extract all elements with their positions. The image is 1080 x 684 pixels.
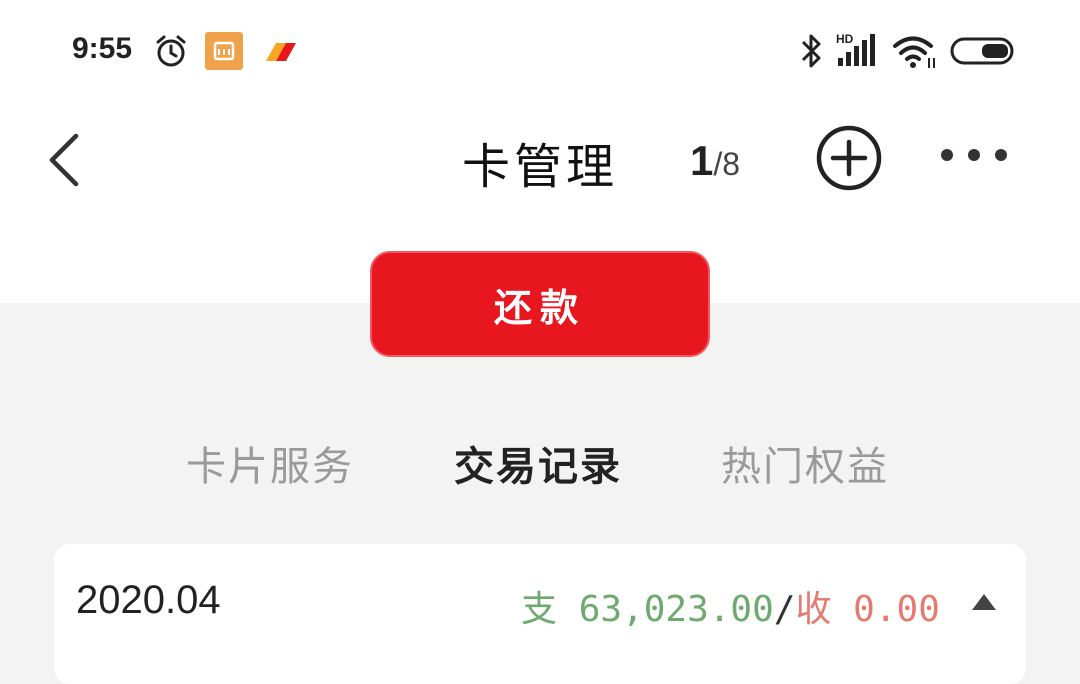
tab-card-services[interactable]: 卡片服务 [186, 434, 354, 492]
tab-popular-benefits[interactable]: 热门权益 [721, 434, 889, 492]
status-bar: 9:55 HD [0, 0, 1080, 100]
status-time: 9:55 [72, 32, 133, 65]
month-label: 2020.04 [76, 578, 221, 622]
alarm-icon [156, 35, 186, 67]
triangle-up-icon [972, 594, 996, 610]
page-title: 卡管理 [462, 139, 619, 195]
month-summary: 支 63,023.00/收 0.00 [521, 580, 940, 632]
pager-total: 8 [722, 146, 741, 182]
back-button[interactable] [40, 130, 90, 190]
expense-amount: 63,023.00 [578, 589, 774, 630]
collapse-month-button[interactable] [968, 590, 1000, 614]
mi-app-icon [205, 32, 243, 70]
add-card-button[interactable] [815, 124, 883, 192]
pager-current: 1 [690, 137, 714, 184]
battery-icon [950, 37, 1014, 65]
pager-separator: / [713, 146, 723, 182]
more-options-button[interactable] [938, 142, 1010, 168]
bluetooth-icon [801, 34, 821, 68]
network-type-label: HD [836, 32, 854, 46]
repay-button[interactable]: 还款 [370, 251, 710, 357]
expense-label: 支 [521, 589, 558, 630]
tab-transaction-records[interactable]: 交易记录 [454, 434, 622, 492]
income-amount: 0.00 [853, 589, 940, 630]
card-pager: 1/8 [690, 137, 740, 185]
summary-separator: / [773, 589, 796, 630]
app-logo-icon [266, 43, 296, 61]
plus-circle-icon [816, 125, 882, 191]
wifi-icon [893, 36, 935, 68]
more-dots-icon [941, 149, 1007, 161]
chevron-left-icon [49, 133, 79, 187]
income-label: 收 [795, 589, 832, 630]
